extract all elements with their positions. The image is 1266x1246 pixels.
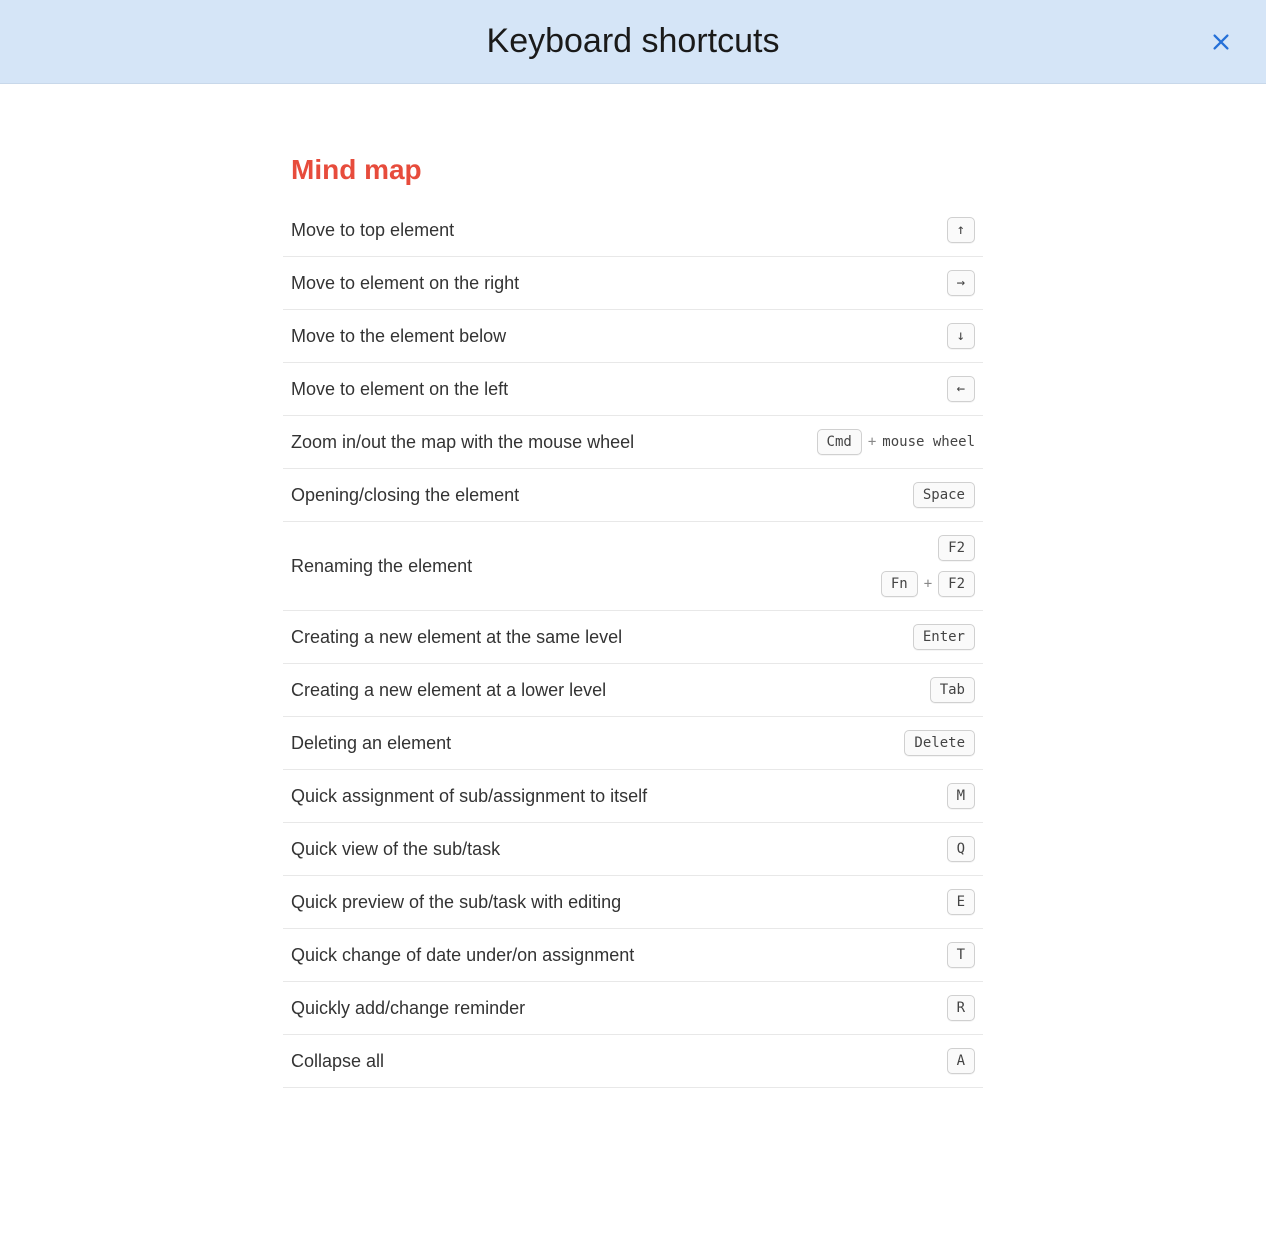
keyboard-key: T (947, 942, 975, 968)
keyboard-key: R (947, 995, 975, 1021)
close-icon (1210, 31, 1232, 53)
shortcut-combo: M (947, 783, 975, 809)
keyboard-key: M (947, 783, 975, 809)
shortcut-combo: Space (913, 482, 975, 508)
keyboard-key: Space (913, 482, 975, 508)
shortcut-list: Move to top element↑Move to element on t… (283, 204, 983, 1088)
shortcut-keys-group: M (947, 783, 975, 809)
shortcut-keys-group: A (947, 1048, 975, 1074)
shortcut-combo: Delete (904, 730, 975, 756)
shortcut-keys-group: Delete (904, 730, 975, 756)
shortcut-keys-group: Tab (930, 677, 975, 703)
shortcut-row: Renaming the element F2 Fn + F2 (283, 522, 983, 611)
section-title: Mind map (283, 154, 983, 186)
keyboard-key: ↓ (947, 323, 975, 349)
shortcut-keys-group: T (947, 942, 975, 968)
keyboard-key: Cmd (817, 429, 862, 455)
shortcut-keys-group: Q (947, 836, 975, 862)
shortcut-combo: ↑ (947, 217, 975, 243)
shortcut-keys-group: ↓ (947, 323, 975, 349)
plus-separator: + (924, 576, 932, 592)
shortcut-row: Move to the element below↓ (283, 310, 983, 363)
shortcut-label: Collapse all (291, 1051, 947, 1072)
keyboard-key: ← (947, 376, 975, 402)
shortcut-row: Deleting an elementDelete (283, 717, 983, 770)
shortcut-label: Creating a new element at the same level (291, 627, 913, 648)
shortcut-row: Move to top element↑ (283, 204, 983, 257)
shortcut-label: Move to element on the right (291, 273, 947, 294)
shortcut-row: Move to element on the right→ (283, 257, 983, 310)
shortcut-label: Quick change of date under/on assignment (291, 945, 947, 966)
shortcut-row: Collapse allA (283, 1035, 983, 1088)
shortcut-label: Deleting an element (291, 733, 904, 754)
keyboard-key: Fn (881, 571, 918, 597)
shortcut-row: Creating a new element at a lower levelT… (283, 664, 983, 717)
shortcut-label: Renaming the element (291, 556, 881, 577)
shortcut-row: Zoom in/out the map with the mouse wheel… (283, 416, 983, 469)
dialog-header: Keyboard shortcuts (0, 0, 1266, 84)
keyboard-key: A (947, 1048, 975, 1074)
shortcut-label: Quick view of the sub/task (291, 839, 947, 860)
shortcut-combo: R (947, 995, 975, 1021)
shortcut-combo: Fn + F2 (881, 571, 975, 597)
shortcut-keys-group: ← (947, 376, 975, 402)
keyboard-key: Tab (930, 677, 975, 703)
shortcut-combo: A (947, 1048, 975, 1074)
shortcut-row: Creating a new element at the same level… (283, 611, 983, 664)
shortcut-label: Quickly add/change reminder (291, 998, 947, 1019)
shortcut-row: Quick change of date under/on assignment… (283, 929, 983, 982)
shortcuts-content: Mind map Move to top element↑Move to ele… (283, 84, 983, 1118)
shortcut-keys-group: → (947, 270, 975, 296)
shortcut-combo: → (947, 270, 975, 296)
keyboard-key: F2 (938, 571, 975, 597)
shortcut-keys-group: ↑ (947, 217, 975, 243)
shortcut-combo: Enter (913, 624, 975, 650)
shortcut-label: Move to top element (291, 220, 947, 241)
shortcut-combo: ← (947, 376, 975, 402)
plus-separator: + (868, 434, 876, 450)
shortcut-row: Quick preview of the sub/task with editi… (283, 876, 983, 929)
shortcut-label: Quick assignment of sub/assignment to it… (291, 786, 947, 807)
keyboard-key: F2 (938, 535, 975, 561)
shortcut-label: Quick preview of the sub/task with editi… (291, 892, 947, 913)
shortcut-combo: E (947, 889, 975, 915)
keyboard-key: → (947, 270, 975, 296)
keyboard-key: Delete (904, 730, 975, 756)
shortcut-keys-group: F2 Fn + F2 (881, 535, 975, 597)
shortcut-row: Move to element on the left← (283, 363, 983, 416)
keyboard-key: ↑ (947, 217, 975, 243)
keyboard-key: Q (947, 836, 975, 862)
shortcut-row: Quickly add/change reminderR (283, 982, 983, 1035)
shortcut-row: Quick view of the sub/taskQ (283, 823, 983, 876)
keyboard-plain-text: mouse wheel (882, 434, 975, 450)
shortcut-keys-group: Cmd + mouse wheel (817, 429, 975, 455)
shortcut-combo: Cmd + mouse wheel (817, 429, 975, 455)
shortcut-combo: Tab (930, 677, 975, 703)
shortcut-combo: Q (947, 836, 975, 862)
shortcut-label: Zoom in/out the map with the mouse wheel (291, 432, 817, 453)
shortcut-keys-group: R (947, 995, 975, 1021)
close-button[interactable] (1204, 25, 1238, 59)
shortcut-label: Move to element on the left (291, 379, 947, 400)
shortcut-combo: T (947, 942, 975, 968)
keyboard-key: Enter (913, 624, 975, 650)
dialog-title: Keyboard shortcuts (487, 22, 780, 61)
shortcut-label: Opening/closing the element (291, 485, 913, 506)
keyboard-key: E (947, 889, 975, 915)
shortcut-keys-group: Space (913, 482, 975, 508)
shortcut-row: Opening/closing the elementSpace (283, 469, 983, 522)
shortcut-combo: F2 (938, 535, 975, 561)
shortcut-keys-group: Enter (913, 624, 975, 650)
shortcut-label: Move to the element below (291, 326, 947, 347)
shortcut-combo: ↓ (947, 323, 975, 349)
shortcut-keys-group: E (947, 889, 975, 915)
shortcut-row: Quick assignment of sub/assignment to it… (283, 770, 983, 823)
shortcut-label: Creating a new element at a lower level (291, 680, 930, 701)
